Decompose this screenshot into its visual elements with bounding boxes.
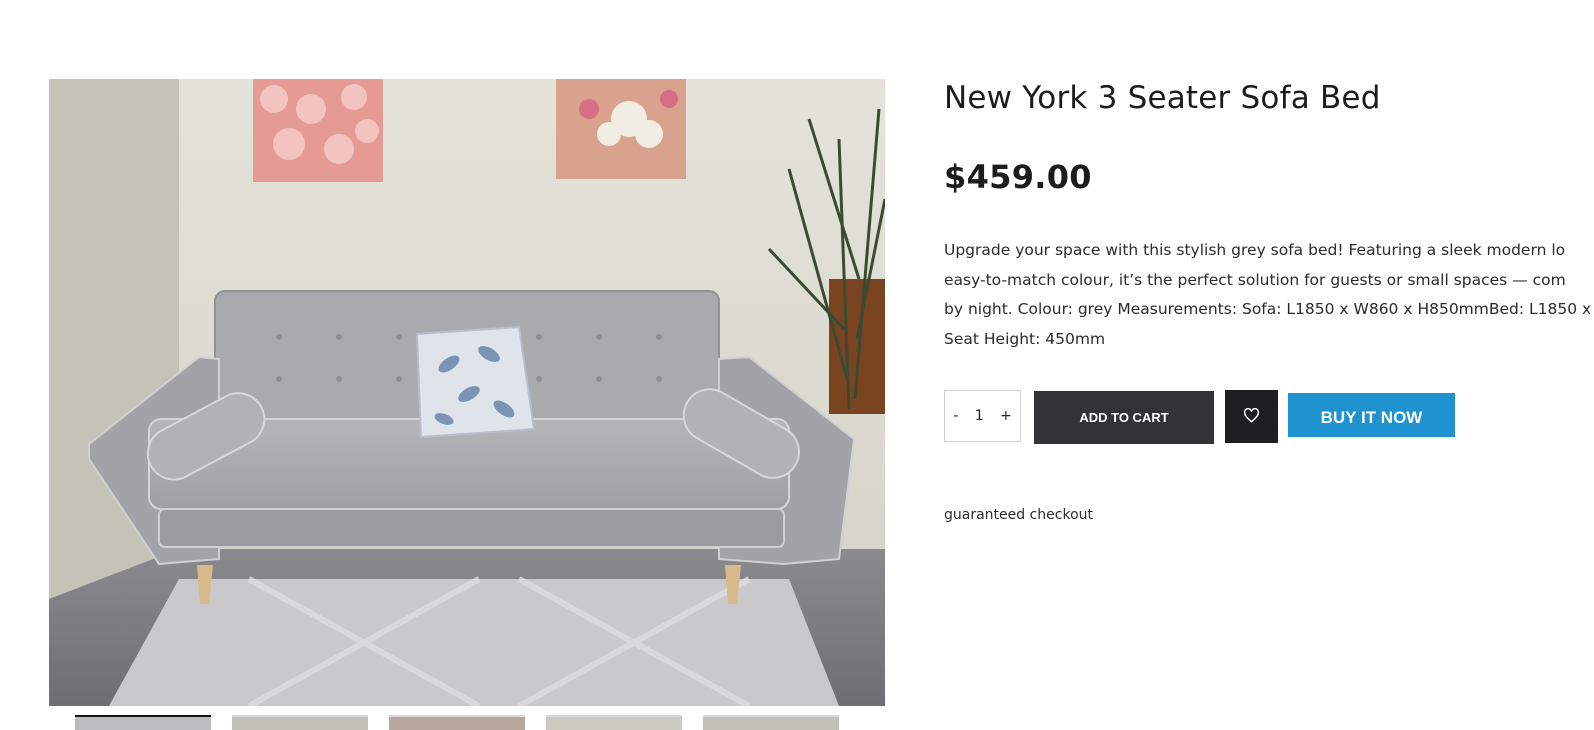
product-description: Upgrade your space with this stylish gre… (944, 236, 1594, 354)
quantity-decrement-button[interactable]: - (953, 408, 958, 424)
heart-icon (1243, 407, 1260, 426)
guaranteed-checkout-text: guaranteed checkout (944, 507, 1094, 523)
add-to-cart-button[interactable]: ADD TO CART (1034, 391, 1214, 444)
thumbnail-3[interactable] (389, 715, 525, 730)
buy-it-now-button[interactable]: BUY IT NOW (1288, 393, 1455, 437)
product-title: New York 3 Seater Sofa Bed (944, 80, 1381, 116)
product-main-image[interactable] (49, 79, 885, 706)
quantity-input[interactable]: 1 (975, 408, 984, 424)
thumbnail-2[interactable] (232, 715, 368, 730)
sofa-photo (49, 79, 885, 706)
product-price: $459.00 (944, 158, 1092, 196)
thumbnail-5[interactable] (703, 715, 839, 730)
wishlist-button[interactable] (1225, 390, 1278, 443)
quantity-increment-button[interactable]: + (1000, 408, 1012, 424)
thumbnail-1[interactable] (75, 715, 211, 730)
description-line: easy-to-match colour, it’s the perfect s… (944, 270, 1566, 289)
thumbnail-4[interactable] (546, 715, 682, 730)
description-line: Upgrade your space with this stylish gre… (944, 241, 1566, 259)
description-line: Seat Height: 450mm (944, 329, 1106, 348)
description-line: by night. Colour: grey Measurements: Sof… (944, 300, 1592, 318)
quantity-stepper: - 1 + (944, 390, 1021, 442)
